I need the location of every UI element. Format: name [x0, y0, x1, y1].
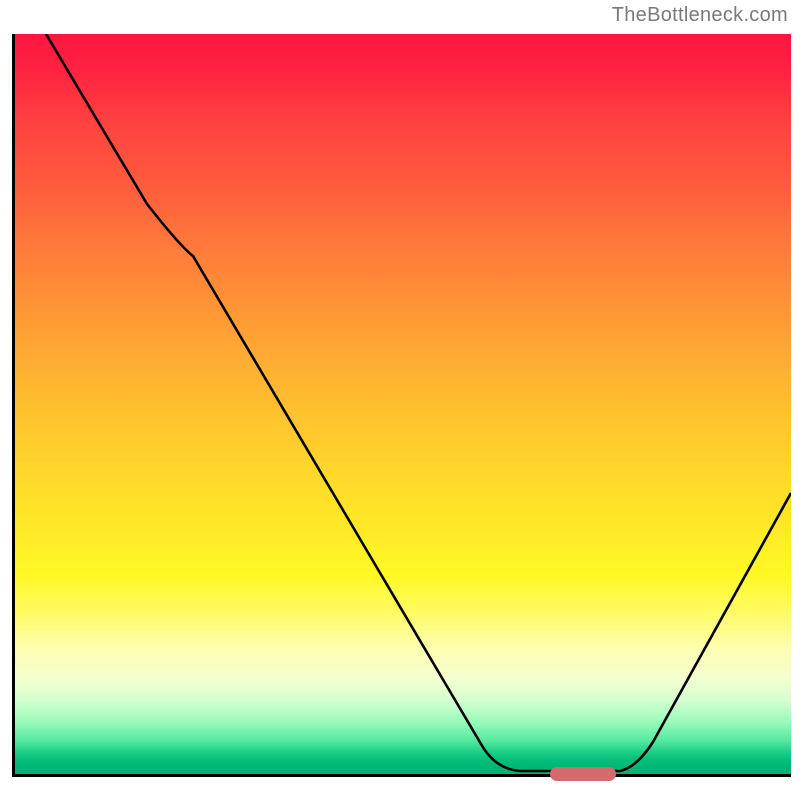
gradient-background [15, 34, 791, 774]
optimal-marker [550, 767, 616, 781]
plot-area [12, 34, 791, 777]
chart-container: TheBottleneck.com [0, 0, 800, 800]
attribution-label: TheBottleneck.com [612, 4, 788, 27]
